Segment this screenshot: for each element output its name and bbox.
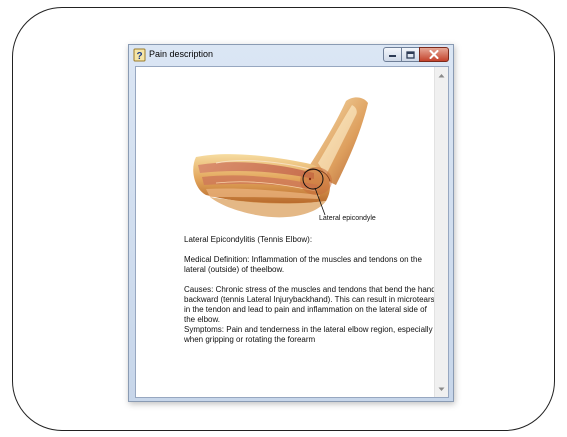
callout-label: Lateral epicondyle [319, 215, 376, 222]
medical-definition: Medical Definition: Inflammation of the … [184, 255, 422, 274]
minimize-icon [389, 55, 396, 57]
maximize-button[interactable] [401, 47, 420, 62]
description-text: Lateral Epicondylitis (Tennis Elbow): Me… [184, 235, 436, 345]
causes-text: Causes: Chronic stress of the muscles an… [184, 285, 436, 324]
scroll-up-button[interactable] [435, 69, 448, 81]
svg-text:?: ? [136, 51, 142, 62]
help-question-icon: ? [133, 48, 146, 62]
vertical-scrollbar[interactable] [434, 67, 448, 397]
symptoms-text: Symptoms: Pain and tenderness in the lat… [184, 325, 433, 344]
title-bar[interactable]: ? Pain description [129, 45, 453, 66]
maximize-icon [406, 50, 415, 59]
scroll-down-button[interactable] [435, 383, 448, 395]
close-button[interactable] [419, 47, 449, 62]
window-title: Pain description [149, 49, 214, 59]
minimize-button[interactable] [383, 47, 402, 62]
pain-description-window: ? Pain description Lateral epicondyle La… [128, 44, 454, 402]
scroll-up-arrow-icon [438, 73, 445, 77]
condition-heading: Lateral Epicondylitis (Tennis Elbow): [184, 235, 313, 244]
scroll-down-arrow-icon [438, 387, 445, 391]
close-icon [429, 50, 439, 59]
elbow-muscle-illustration [193, 97, 368, 218]
content-area[interactable]: Lateral epicondyle Lateral Epicondylitis… [135, 66, 449, 398]
